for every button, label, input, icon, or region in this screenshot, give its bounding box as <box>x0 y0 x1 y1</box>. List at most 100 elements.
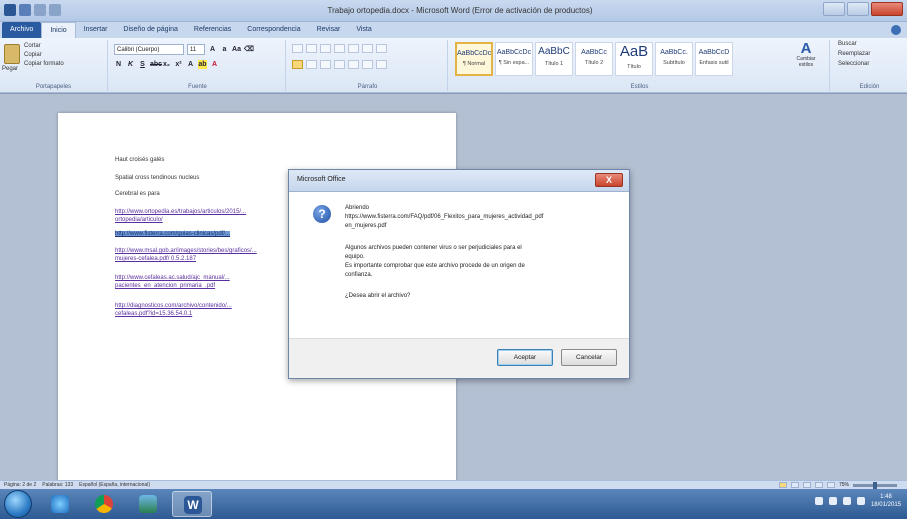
show-marks-icon[interactable] <box>376 44 387 53</box>
doc-link[interactable]: http://www.ortopedia.es/trabajos/articul… <box>115 209 246 215</box>
superscript-icon[interactable]: x² <box>174 60 183 69</box>
font-size-select[interactable]: 11 <box>187 44 205 55</box>
change-styles-label: Cambiar estilos <box>796 56 816 68</box>
replace-button[interactable]: Reemplazar <box>838 51 870 57</box>
italic-icon[interactable]: K <box>126 60 135 69</box>
highlight-icon[interactable]: ab <box>198 60 207 69</box>
full-screen-view-button[interactable] <box>790 482 799 488</box>
tab-references[interactable]: Referencias <box>186 22 239 38</box>
close-button[interactable] <box>871 2 903 16</box>
decrease-indent-icon[interactable] <box>334 44 345 53</box>
doc-link[interactable]: mujeres-cefalea.pdf/ 0.5.2.187 <box>115 256 196 262</box>
find-button[interactable]: Buscar <box>838 41 870 47</box>
style-heading-1[interactable]: AaBbC Título 1 <box>535 42 573 76</box>
sort-icon[interactable] <box>362 44 373 53</box>
doc-link[interactable]: http://www.msal.gob.ar/images/stories/be… <box>115 248 257 254</box>
paste-icon[interactable] <box>4 44 20 64</box>
style-subtle-emphasis[interactable]: AaBbCcD Énfasis sutil <box>695 42 733 76</box>
save-icon[interactable] <box>19 4 31 16</box>
bold-icon[interactable]: N <box>114 60 123 69</box>
zoom-knob[interactable] <box>873 481 877 489</box>
numbering-icon[interactable] <box>306 44 317 53</box>
maximize-button[interactable] <box>847 2 869 16</box>
taskbar-ie[interactable] <box>40 491 80 517</box>
text-effects-icon[interactable]: A <box>186 60 195 69</box>
underline-icon[interactable]: S <box>138 60 147 69</box>
undo-icon[interactable] <box>34 4 46 16</box>
clipboard-label: Portapapeles <box>35 84 72 90</box>
outline-view-button[interactable] <box>814 482 823 488</box>
taskbar-chrome[interactable] <box>84 491 124 517</box>
web-layout-view-button[interactable] <box>802 482 811 488</box>
taskbar-word[interactable]: W <box>172 491 212 517</box>
volume-icon[interactable] <box>842 497 851 505</box>
font-family-select[interactable]: Calibri (Cuerpo) <box>114 44 184 55</box>
cut-button[interactable]: Cortar <box>24 43 64 49</box>
question-icon: ? <box>313 205 331 223</box>
borders-icon[interactable] <box>376 60 387 69</box>
cancel-button[interactable]: Cancelar <box>561 349 617 366</box>
dialog-close-button[interactable]: X <box>595 173 623 187</box>
line-spacing-icon[interactable] <box>348 60 359 69</box>
minimize-button[interactable] <box>823 2 845 16</box>
clock[interactable]: 1:48 18/01/2015 <box>871 493 901 509</box>
clear-format-icon[interactable]: ⌫ <box>244 45 254 54</box>
tab-mailings[interactable]: Correspondencia <box>239 22 308 38</box>
doc-link[interactable]: http://diagnosticos.com/archivo/contenid… <box>115 303 232 309</box>
word-count[interactable]: Palabras: 133 <box>42 482 73 488</box>
style-subtitle[interactable]: AaBbCc. Subtítulo <box>655 42 693 76</box>
tab-page-layout[interactable]: Diseño de página <box>115 22 186 38</box>
shading-icon[interactable] <box>362 60 373 69</box>
increase-indent-icon[interactable] <box>348 44 359 53</box>
font-group: Calibri (Cuerpo) 11 A a Aa ⌫ N K S abc x… <box>110 40 286 91</box>
multilevel-list-icon[interactable] <box>320 44 331 53</box>
align-center-icon[interactable] <box>306 60 317 69</box>
paste-button[interactable]: Pegar <box>2 66 18 72</box>
accept-button[interactable]: Aceptar <box>497 349 553 366</box>
align-left-icon[interactable] <box>292 60 303 69</box>
strikethrough-icon[interactable]: abc <box>150 60 162 69</box>
change-styles-button[interactable]: A Cambiar estilos <box>793 41 819 76</box>
arrow-up-icon[interactable] <box>814 497 823 505</box>
language-status[interactable]: Español (España, internacional) <box>79 482 150 488</box>
subscript-icon[interactable]: x₂ <box>162 60 171 69</box>
doc-link-selected[interactable]: http://www.fisterra.com/guias-clinicas/p… <box>115 231 231 237</box>
align-right-icon[interactable] <box>320 60 331 69</box>
style-sample: AaBbCcD <box>698 49 730 56</box>
doc-link[interactable]: http://www.cefaleas.ac.salud/ajc_manual/… <box>115 275 230 281</box>
network-icon[interactable] <box>828 497 837 505</box>
print-layout-view-button[interactable] <box>778 482 787 488</box>
change-case-icon[interactable]: Aa <box>232 45 241 54</box>
copy-button[interactable]: Copiar <box>24 52 64 58</box>
style-title[interactable]: AaB Título <box>615 42 653 76</box>
select-button[interactable]: Seleccionar <box>838 61 870 67</box>
doc-link[interactable]: cefaleas.pdf?id=15.36.54.0.1 <box>115 311 192 317</box>
tab-home[interactable]: Inicio <box>41 22 76 38</box>
page-count[interactable]: Página: 2 de 2 <box>4 482 36 488</box>
taskbar-app[interactable] <box>128 491 168 517</box>
bullets-icon[interactable] <box>292 44 303 53</box>
doc-link[interactable]: ortopedia/articulo/ <box>115 217 163 223</box>
word-icon[interactable] <box>4 4 16 16</box>
zoom-slider[interactable] <box>853 481 897 489</box>
justify-icon[interactable] <box>334 60 345 69</box>
style-no-spacing[interactable]: AaBbCcDc ¶ Sin espa... <box>495 42 533 76</box>
grow-font-icon[interactable]: A <box>208 45 217 54</box>
style-normal[interactable]: AaBbCcDc ¶ Normal <box>455 42 493 76</box>
doc-link[interactable]: pacientes_en_atencion_primaria_.pdf <box>115 283 215 289</box>
shrink-font-icon[interactable]: a <box>220 45 229 54</box>
style-heading-2[interactable]: AaBbCc Título 2 <box>575 42 613 76</box>
tab-review[interactable]: Revisar <box>309 22 349 38</box>
tab-view[interactable]: Vista <box>348 22 379 38</box>
title-bar: Trabajo ortopedia.docx - Microsoft Word … <box>0 0 907 22</box>
draft-view-button[interactable] <box>826 482 835 488</box>
start-button[interactable] <box>4 490 32 518</box>
help-icon[interactable] <box>891 25 901 35</box>
redo-icon[interactable] <box>49 4 61 16</box>
font-color-icon[interactable]: A <box>210 60 219 69</box>
format-painter-button[interactable]: Copiar formato <box>24 61 64 67</box>
flag-icon[interactable] <box>856 497 865 505</box>
tab-insert[interactable]: Insertar <box>76 22 116 38</box>
zoom-level[interactable]: 75% <box>839 482 849 488</box>
tab-file[interactable]: Archivo <box>2 22 42 38</box>
